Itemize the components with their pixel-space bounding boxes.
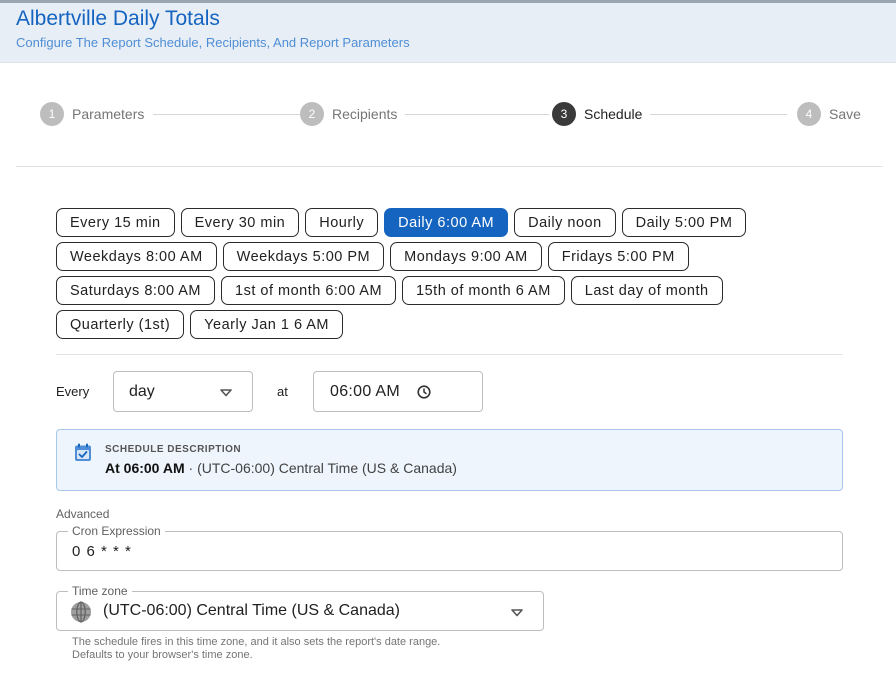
step-label: Schedule [584, 106, 643, 122]
page-title: Albertville Daily Totals [16, 7, 220, 30]
preset-row: Quarterly (1st) Yearly Jan 1 6 AM [56, 310, 349, 339]
step-recipients[interactable]: 2 Recipients [300, 102, 397, 126]
preset-chip[interactable]: Weekdays 5:00 PM [222, 242, 385, 271]
preset-row: Weekdays 8:00 AM Weekdays 5:00 PM Monday… [56, 242, 695, 271]
cron-label: Cron Expression [68, 524, 165, 538]
description-heading: SCHEDULE DESCRIPTION [105, 444, 242, 455]
preset-chip[interactable]: Mondays 9:00 AM [390, 242, 542, 271]
preset-chip[interactable]: 15th of month 6 AM [402, 276, 565, 305]
caret-down-icon [511, 609, 523, 617]
timezone-label: Time zone [68, 584, 132, 598]
clock-icon[interactable] [417, 385, 431, 399]
unit-value: day [129, 383, 155, 400]
calendar-check-icon [75, 443, 91, 461]
timezone-select[interactable]: Time zone (UTC-06:00) Central Time (US &… [56, 584, 544, 631]
description-time: At 06:00 AM [105, 460, 185, 476]
every-label: Every [56, 384, 90, 399]
preset-chip[interactable]: Weekdays 8:00 AM [56, 242, 217, 271]
stepper: 1 Parameters 2 Recipients 3 Schedule 4 S… [40, 102, 861, 126]
cron-expression-field[interactable]: Cron Expression 0 6 * * * [56, 524, 843, 571]
step-label: Recipients [332, 106, 398, 122]
step-connector [405, 114, 549, 115]
cron-value: 0 6 * * * [72, 543, 132, 560]
preset-chip[interactable]: Saturdays 8:00 AM [56, 276, 216, 305]
helper-line: Defaults to your browser's time zone. [72, 649, 253, 661]
preset-chip[interactable]: Quarterly (1st) [56, 310, 185, 339]
step-label: Parameters [72, 106, 145, 122]
preset-chip[interactable]: Yearly Jan 1 6 AM [190, 310, 344, 339]
preset-chip[interactable]: Fridays 5:00 PM [547, 242, 689, 271]
description-text: At 06:00 AM · (UTC-06:00) Central Time (… [105, 460, 457, 476]
step-save[interactable]: 4 Save [797, 102, 861, 126]
divider [16, 166, 883, 167]
helper-line: The schedule fires in this time zone, an… [72, 636, 441, 648]
preset-row: Saturdays 8:00 AM 1st of month 6:00 AM 1… [56, 276, 729, 305]
advanced-label: Advanced [56, 507, 110, 521]
preset-chip-selected[interactable]: Daily 6:00 AM [384, 208, 509, 237]
step-number: 1 [40, 102, 64, 126]
preset-chip[interactable]: Daily 5:00 PM [621, 208, 747, 237]
page-header: Albertville Daily Totals Configure The R… [0, 0, 896, 63]
preset-chip[interactable]: 1st of month 6:00 AM [221, 276, 397, 305]
preset-chip[interactable]: Last day of month [570, 276, 723, 305]
description-timezone: · (UTC-06:00) Central Time (US & Canada) [184, 460, 457, 476]
caret-down-icon [220, 389, 232, 397]
step-parameters[interactable]: 1 Parameters [40, 102, 144, 126]
at-label: at [277, 384, 288, 399]
timezone-helper-text: The schedule fires in this time zone, an… [72, 636, 440, 662]
step-connector [153, 114, 301, 115]
preset-chip[interactable]: Daily noon [514, 208, 616, 237]
schedule-description-panel: SCHEDULE DESCRIPTION At 06:00 AM · (UTC-… [56, 429, 843, 491]
preset-chip[interactable]: Every 15 min [56, 208, 175, 237]
frequency-unit-select[interactable]: day [113, 371, 253, 412]
divider [56, 354, 843, 355]
globe-icon [71, 601, 91, 623]
preset-chip[interactable]: Every 30 min [180, 208, 300, 237]
preset-chip[interactable]: Hourly [305, 208, 379, 237]
step-label: Save [829, 106, 861, 122]
timezone-value: (UTC-06:00) Central Time (US & Canada) [103, 602, 400, 619]
step-number: 2 [300, 102, 324, 126]
page-subtitle: Configure The Report Schedule, Recipient… [16, 35, 410, 50]
step-number: 4 [797, 102, 821, 126]
time-value: 06:00 AM [330, 383, 401, 400]
preset-row: Every 15 min Every 30 min Hourly Daily 6… [56, 208, 752, 237]
step-connector [650, 114, 787, 115]
step-number: 3 [552, 102, 576, 126]
time-input[interactable]: 06:00 AM [313, 371, 483, 412]
step-schedule[interactable]: 3 Schedule [552, 102, 642, 126]
